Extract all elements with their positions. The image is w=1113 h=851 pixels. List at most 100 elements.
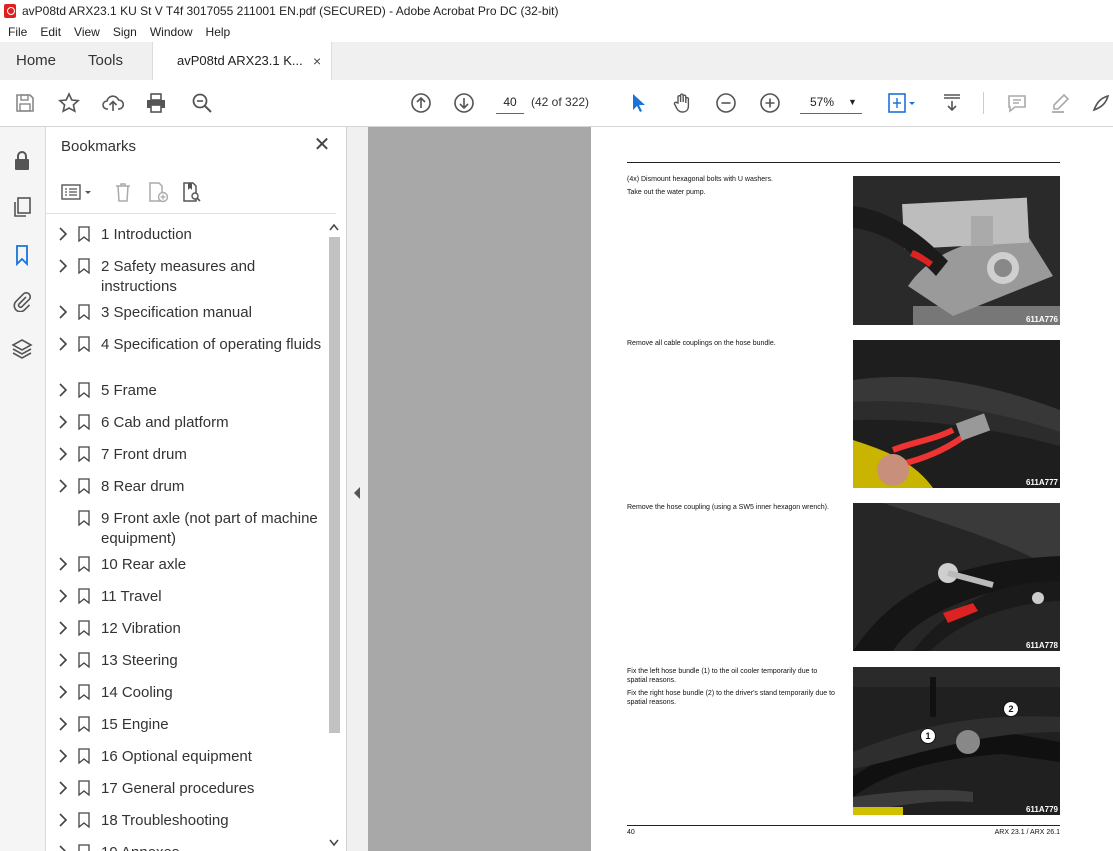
- close-panel-button[interactable]: ✕: [312, 135, 332, 155]
- chevron-right-icon[interactable]: [58, 589, 68, 603]
- delete-bookmark-icon[interactable]: [112, 180, 134, 204]
- chevron-right-icon[interactable]: [58, 557, 68, 571]
- menu-bar: File Edit View Sign Window Help: [0, 22, 1113, 42]
- bookmark-label: 7 Front drum: [101, 446, 187, 463]
- footer-page-number: 40: [627, 829, 635, 836]
- zoom-search-icon[interactable]: [189, 90, 215, 116]
- figure-label: 611A778: [1025, 641, 1058, 650]
- collapse-panel-icon[interactable]: [353, 487, 361, 499]
- chevron-right-icon[interactable]: [58, 259, 68, 273]
- comment-icon[interactable]: [1004, 90, 1030, 116]
- attachment-icon[interactable]: [10, 289, 34, 313]
- lock-icon[interactable]: [10, 149, 34, 173]
- bookmark-label: 4 Specification of operating fluids: [101, 336, 322, 353]
- find-bookmark-icon[interactable]: [180, 180, 204, 204]
- chevron-right-icon[interactable]: [58, 227, 68, 241]
- tab-tools[interactable]: Tools: [88, 42, 123, 80]
- figure-photo: 611A778: [853, 503, 1060, 651]
- chevron-down-icon: ▼: [848, 97, 857, 107]
- chevron-right-icon[interactable]: [58, 749, 68, 763]
- document-view[interactable]: (4x) Dismount hexagonal bolts with U was…: [368, 127, 1113, 851]
- bookmark-icon: [78, 510, 90, 526]
- bookmark-label: 2 Safety measures and instructions: [101, 258, 256, 295]
- menu-help[interactable]: Help: [201, 22, 236, 42]
- bookmark-list: 1 Introduction 2 Safety measures and ins…: [46, 217, 326, 851]
- chevron-right-icon[interactable]: [58, 447, 68, 461]
- layers-icon[interactable]: [10, 336, 34, 360]
- figure-label: 611A776: [1025, 315, 1058, 324]
- bookmark-options-icon[interactable]: [60, 180, 94, 204]
- tab-document[interactable]: avP08td ARX23.1 K... ×: [152, 42, 332, 81]
- previous-page-icon[interactable]: [408, 90, 434, 116]
- bookmark-label: 3 Specification manual: [101, 304, 252, 321]
- bookmark-icon: [78, 844, 90, 851]
- bookmarks-scrollbar[interactable]: [326, 221, 342, 851]
- bookmark-icon: [78, 556, 90, 572]
- bookmark-icon: [78, 258, 90, 274]
- bookmark-icon: [78, 748, 90, 764]
- highlight-pen-icon[interactable]: [1047, 90, 1073, 116]
- select-cursor-icon[interactable]: [625, 90, 651, 116]
- chevron-right-icon[interactable]: [58, 685, 68, 699]
- bookmark-label: 15 Engine: [101, 716, 169, 733]
- bookmark-label: 19 Annexes: [101, 843, 323, 851]
- page-number-input[interactable]: 40: [496, 91, 524, 114]
- chevron-right-icon[interactable]: [58, 845, 68, 851]
- zoom-out-icon[interactable]: [713, 90, 739, 116]
- upload-cloud-icon[interactable]: [100, 90, 126, 116]
- bookmark-icon: [78, 478, 90, 494]
- chevron-right-icon[interactable]: [58, 653, 68, 667]
- tab-close-button[interactable]: ×: [313, 42, 321, 80]
- star-icon[interactable]: [56, 90, 82, 116]
- scrolling-mode-icon[interactable]: [939, 90, 965, 116]
- chevron-right-icon[interactable]: [58, 813, 68, 827]
- bookmark-icon: [78, 684, 90, 700]
- chevron-right-icon[interactable]: [58, 415, 68, 429]
- menu-sign[interactable]: Sign: [108, 22, 142, 42]
- print-icon[interactable]: [143, 90, 169, 116]
- tab-document-label: avP08td ARX23.1 K...: [177, 53, 303, 68]
- figure-photo: 611A776: [853, 176, 1060, 325]
- page-thumbnails-icon[interactable]: [10, 195, 34, 219]
- tab-home[interactable]: Home: [16, 42, 56, 80]
- chevron-right-icon[interactable]: [58, 479, 68, 493]
- bookmark-icon: [78, 336, 90, 352]
- bookmark-label: 5 Frame: [101, 382, 157, 399]
- acrobat-icon: [4, 4, 16, 18]
- footer-rule: [627, 825, 1060, 826]
- callout-marker: 1: [920, 728, 936, 744]
- draw-tool-icon[interactable]: [1090, 90, 1113, 116]
- menu-view[interactable]: View: [69, 22, 105, 42]
- menu-edit[interactable]: Edit: [35, 22, 66, 42]
- fit-page-icon[interactable]: [884, 90, 920, 116]
- zoom-level-dropdown[interactable]: 57% ▼: [800, 91, 862, 114]
- chevron-right-icon[interactable]: [58, 305, 68, 319]
- bookmark-panel-icon[interactable]: [10, 243, 34, 267]
- step-text: Take out the water pump.: [627, 189, 706, 196]
- scroll-up-icon[interactable]: [329, 223, 339, 231]
- save-icon[interactable]: [12, 90, 38, 116]
- navigation-rail: [0, 127, 46, 851]
- menu-window[interactable]: Window: [145, 22, 198, 42]
- bookmark-icon: [78, 716, 90, 732]
- new-bookmark-icon[interactable]: [146, 180, 170, 204]
- scrollbar-thumb[interactable]: [329, 237, 340, 733]
- chevron-right-icon[interactable]: [58, 621, 68, 635]
- bookmark-label: 16 Optional equipment: [101, 748, 252, 765]
- bookmark-label: 17 General procedures: [101, 780, 255, 797]
- chevron-right-icon[interactable]: [58, 781, 68, 795]
- bookmark-label: 1 Introduction: [101, 226, 192, 243]
- zoom-in-icon[interactable]: [757, 90, 783, 116]
- next-page-icon[interactable]: [451, 90, 477, 116]
- chevron-right-icon[interactable]: [58, 383, 68, 397]
- menu-file[interactable]: File: [3, 22, 32, 42]
- chevron-right-icon[interactable]: [58, 337, 68, 351]
- scroll-down-icon[interactable]: [329, 839, 339, 847]
- step-text: Fix the right hose bundle (2) to the dri…: [627, 690, 835, 706]
- hand-tool-icon[interactable]: [669, 90, 695, 116]
- figure-photo: 1 2 611A779: [853, 667, 1060, 815]
- step-text: Remove the hose coupling (using a SW5 in…: [627, 504, 829, 511]
- step-text: Remove all cable couplings on the hose b…: [627, 340, 776, 347]
- chevron-right-icon[interactable]: [58, 717, 68, 731]
- panel-splitter[interactable]: [346, 127, 369, 851]
